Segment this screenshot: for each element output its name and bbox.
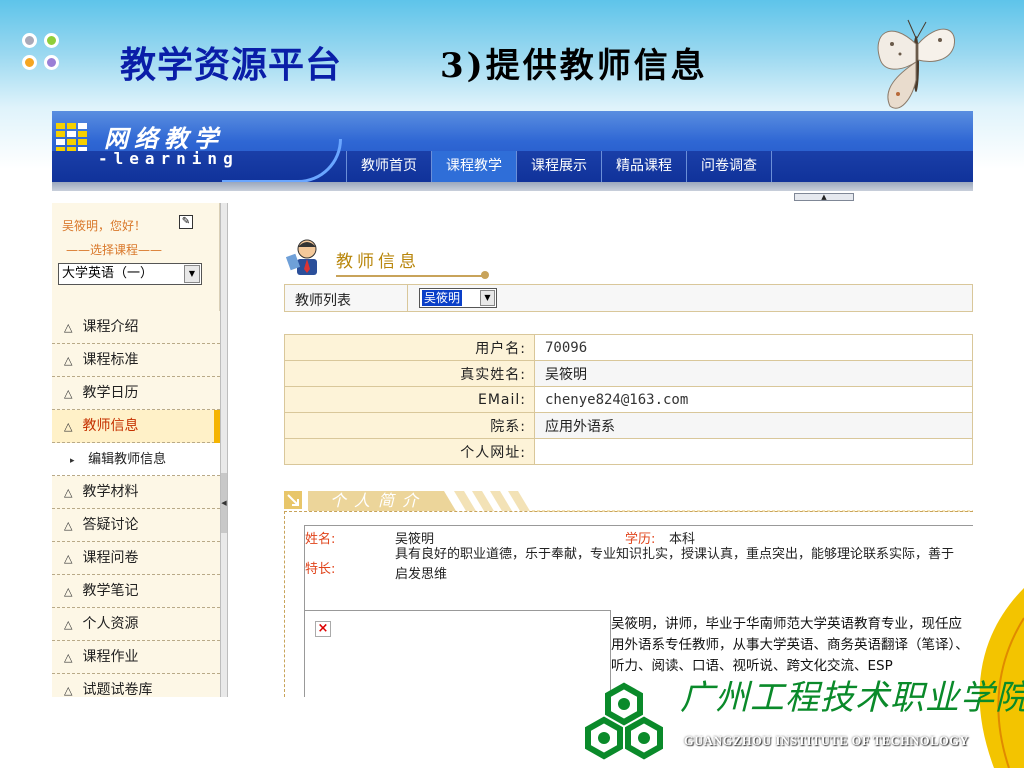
email-label: EMail:: [284, 386, 535, 413]
chevron-down-icon[interactable]: ▼: [184, 265, 200, 283]
realname-value: 吴筱明: [534, 360, 973, 387]
tab-teacher-home[interactable]: 教师首页: [346, 151, 431, 182]
sidebar-item-homework[interactable]: △ 课程作业: [52, 641, 220, 674]
sidebar-item-teacher-info[interactable]: △ 教师信息: [52, 410, 220, 443]
sidebar-splitter[interactable]: ◀: [220, 203, 228, 697]
sidebar-item-personal-resources[interactable]: △ 个人资源: [52, 608, 220, 641]
arrow-right-icon: ▸: [70, 456, 75, 466]
sidebar-item-label: 课程介绍: [82, 319, 139, 335]
tab-course-teaching[interactable]: 课程教学: [431, 151, 516, 182]
homepage-label: 个人网址:: [284, 438, 535, 465]
specialty-value: 具有良好的职业道德，乐于奉献，专业知识扎实，授课认真，重点突出，能够理论联系实际…: [395, 547, 955, 582]
username-label: 用户名:: [284, 334, 535, 361]
edit-icon[interactable]: ✎: [179, 215, 193, 229]
triangle-icon: △: [64, 651, 73, 664]
broken-image-icon: ×: [315, 621, 331, 637]
divider: [407, 285, 408, 311]
sidebar-item-label: 教师信息: [82, 418, 139, 434]
sidebar-item-course-intro[interactable]: △ 课程介绍: [52, 311, 220, 344]
sidebar-item-label: 教学日历: [82, 385, 139, 401]
sidebar-item-label: 试题试卷库: [82, 682, 153, 697]
sidebar-item-course-survey[interactable]: △ 课程问卷: [52, 542, 220, 575]
triangle-icon: △: [64, 387, 73, 400]
email-value: chenye824@163.com: [534, 386, 973, 413]
triangle-icon: △: [64, 585, 73, 598]
table-row: 用户名: 70096: [284, 334, 973, 361]
title-dot: [481, 271, 489, 279]
sidebar-item-label: 课程标准: [82, 352, 139, 368]
username-value: 70096: [534, 334, 973, 361]
specialty-label: 特长:: [305, 562, 336, 577]
school-logo: 广州工程技术职业学院 GUANGZHOU INSTITUTE OF TECHNO…: [584, 664, 1024, 768]
sidebar-item-course-standard[interactable]: △ 课程标准: [52, 344, 220, 377]
profile-banner-text: 个人简介: [330, 491, 426, 510]
profile-banner: 个人简介: [284, 491, 973, 512]
sidebar-item-label: 教学笔记: [82, 583, 139, 599]
table-row: EMail: chenye824@163.com: [284, 386, 973, 413]
school-name-en: GUANGZHOU INSTITUTE OF TECHNOLOGY: [684, 734, 969, 748]
triangle-icon: △: [64, 519, 73, 532]
main-tabs: 教师首页 课程教学 课程展示 精品课程 问卷调查: [346, 151, 772, 182]
slide-subtitle: 3)提供教师信息: [440, 46, 708, 86]
triangle-icon: △: [64, 684, 73, 697]
teacher-list-row: 教师列表 吴筱明 ▼: [284, 284, 973, 312]
photo-box: ×: [305, 610, 611, 697]
table-row: 真实姓名: 吴筱明: [284, 360, 973, 387]
hexagon-logo-icon: [585, 682, 663, 760]
teacher-info-table: 用户名: 70096 真实姓名: 吴筱明 EMail: chenye824@16…: [284, 334, 973, 465]
teacher-select[interactable]: 吴筱明 ▼: [419, 288, 497, 308]
sidebar-item-label: 个人资源: [82, 616, 139, 632]
dept-value: 应用外语系: [534, 412, 973, 439]
teacher-list-label: 教师列表: [295, 293, 351, 309]
butterfly-image: [877, 19, 955, 109]
triangle-icon: △: [64, 321, 73, 334]
slide-title: 教学资源平台: [120, 45, 343, 86]
sidebar: 吴筱明，您好！ ✎ ——选择课程—— 大学英语（一） ▼ △ 课程介绍 △ 课程…: [52, 203, 220, 697]
collapse-left-icon[interactable]: ◀: [221, 473, 227, 533]
sidebar-item-label: 答疑讨论: [82, 517, 139, 533]
triangle-icon: △: [64, 552, 73, 565]
collapse-bar: [52, 182, 973, 191]
tab-quality-courses[interactable]: 精品课程: [601, 151, 686, 182]
sidebar-item-teaching-calendar[interactable]: △ 教学日历: [52, 377, 220, 410]
dept-label: 院系:: [284, 412, 535, 439]
sidebar-item-teaching-notes[interactable]: △ 教学笔记: [52, 575, 220, 608]
sidebar-item-edit-teacher-info[interactable]: ▸ 编辑教师信息: [52, 443, 220, 476]
sidebar-item-label: 课程作业: [82, 649, 139, 665]
decor-dots: [22, 33, 68, 79]
table-row: 院系: 应用外语系: [284, 412, 973, 439]
teacher-icon: [286, 239, 317, 275]
sidebar-item-question-bank[interactable]: △ 试题试卷库: [52, 674, 220, 697]
sidebar-item-qa[interactable]: △ 答疑讨论: [52, 509, 220, 542]
triangle-icon: △: [64, 420, 73, 433]
school-name-cn: 广州工程技术职业学院: [680, 678, 1024, 718]
tab-survey[interactable]: 问卷调查: [686, 151, 772, 182]
top-bar: 网络教学 -learning 教师首页 课程教学 课程展示 精品课程 问卷调查: [52, 111, 973, 191]
choose-course-label: ——选择课程——: [66, 243, 163, 257]
user-greeting: 吴筱明，您好！: [62, 219, 147, 233]
main-content: 教师信息 教师列表 吴筱明 ▼ 用户名: 70096 真实姓名: 吴筱明 EMa…: [228, 203, 973, 697]
tab-course-showcase[interactable]: 课程展示: [516, 151, 601, 182]
homepage-value: [534, 438, 973, 465]
realname-label: 真实姓名:: [284, 360, 535, 387]
title-underline: [336, 275, 484, 277]
course-select-value: 大学英语（一）: [62, 266, 154, 281]
sidebar-item-label: 教学材料: [82, 484, 139, 500]
triangle-icon: △: [64, 486, 73, 499]
sidebar-item-teaching-materials[interactable]: △ 教学材料: [52, 476, 220, 509]
teacher-select-value: 吴筱明: [422, 290, 463, 306]
chevron-down-icon[interactable]: ▼: [480, 290, 495, 306]
app-logo-en: -learning: [98, 149, 239, 168]
course-select[interactable]: 大学英语（一） ▼: [58, 263, 202, 285]
name-label: 姓名:: [305, 532, 336, 547]
triangle-icon: △: [64, 618, 73, 631]
sidebar-menu: △ 课程介绍 △ 课程标准 △ 教学日历 △ 教师信息 ▸ 编辑教师信息 △ 教…: [52, 311, 220, 697]
section-title: 教师信息: [336, 252, 420, 272]
sidebar-item-label: 编辑教师信息: [88, 452, 167, 467]
app-screenshot: 网络教学 -learning 教师首页 课程教学 课程展示 精品课程 问卷调查 …: [52, 111, 973, 697]
sidebar-item-label: 课程问卷: [82, 550, 139, 566]
triangle-icon: △: [64, 354, 73, 367]
collapse-up-icon[interactable]: ▲: [794, 193, 854, 201]
table-row: 个人网址:: [284, 438, 973, 465]
